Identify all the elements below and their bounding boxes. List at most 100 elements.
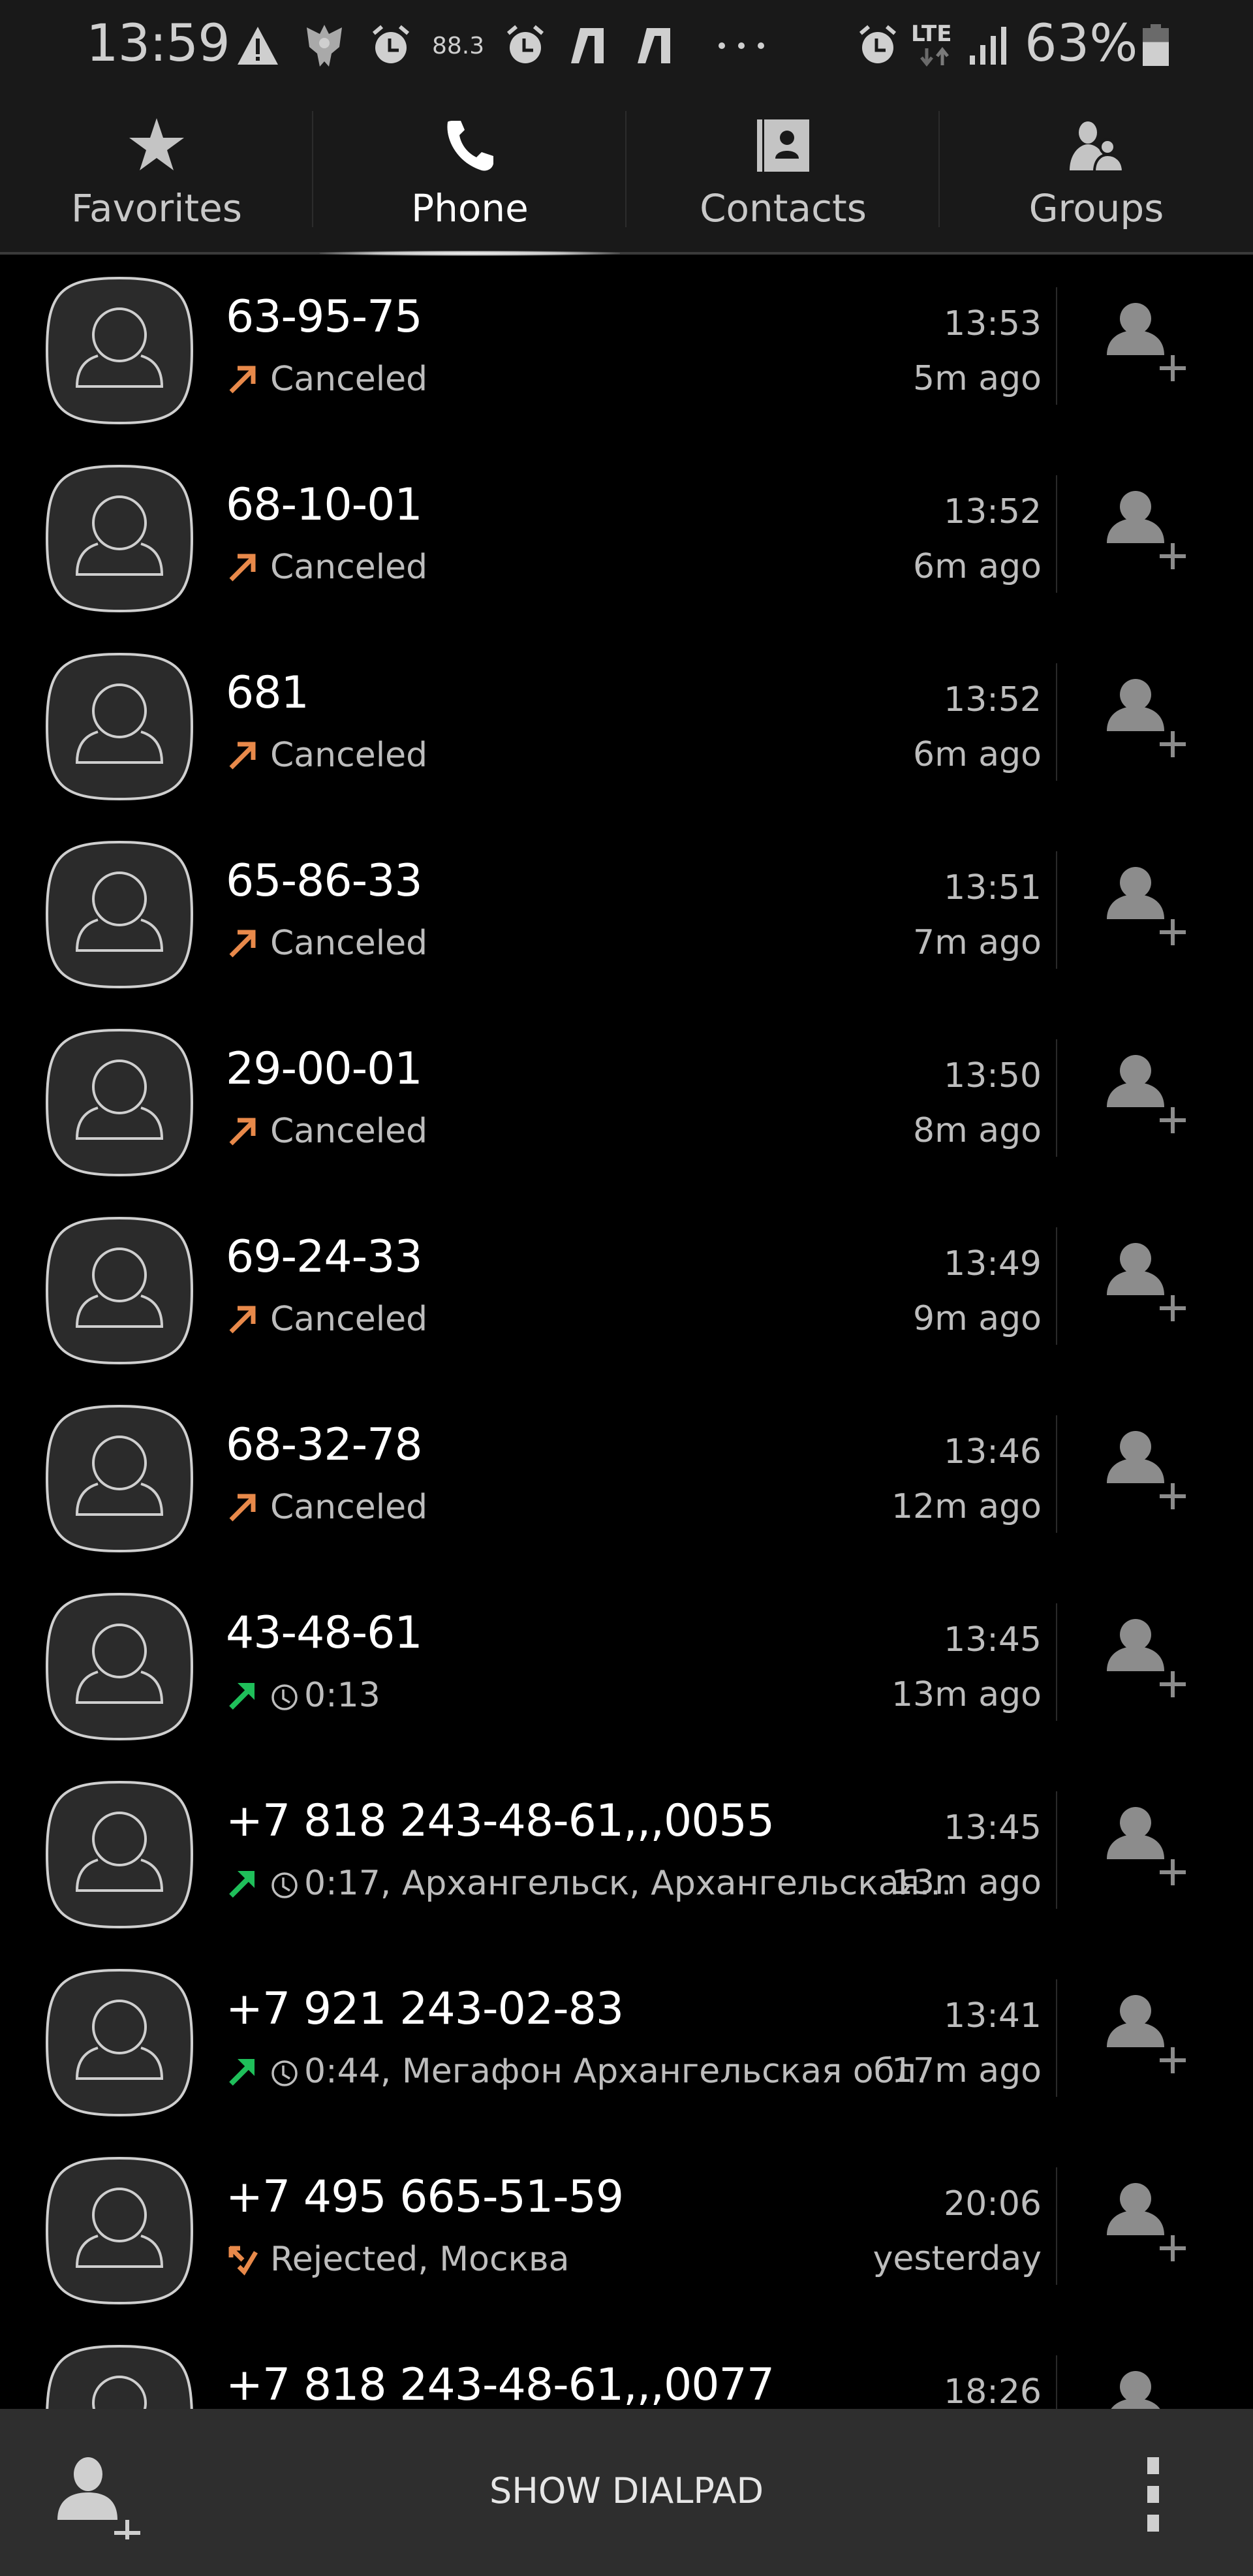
contact-avatar[interactable] — [43, 462, 196, 615]
call-number: 63-95-75 — [226, 291, 423, 343]
outgoing-canceled-icon — [226, 363, 258, 396]
add-to-contacts-button[interactable] — [1103, 1987, 1194, 2079]
call-log-row[interactable]: 65-86-33 Canceled 13:51 7m ago — [0, 819, 1253, 1007]
row-divider — [1056, 1603, 1057, 1721]
contact-avatar[interactable] — [43, 650, 196, 803]
call-time: 13:46 — [944, 1432, 1042, 1471]
call-time: 13:53 — [944, 304, 1042, 343]
contact-avatar[interactable] — [43, 2342, 196, 2409]
star-icon — [128, 114, 185, 173]
add-contact-icon — [1107, 1055, 1186, 1133]
tab-contacts[interactable]: Contacts — [626, 91, 940, 255]
tab-groups[interactable]: Groups — [940, 91, 1253, 255]
add-contact-icon — [1107, 867, 1186, 945]
person-outline-icon — [45, 1028, 194, 1177]
duration-clock-icon — [270, 1681, 299, 1710]
call-log-row[interactable]: +7 818 243-48-61,,,0077 18:26 — [0, 2323, 1253, 2409]
add-to-contacts-button[interactable] — [1103, 671, 1194, 762]
contact-avatar[interactable] — [43, 1778, 196, 1931]
outgoing-call-icon — [226, 1679, 258, 1712]
more-options-button[interactable] — [1143, 2457, 1163, 2536]
call-log-row[interactable]: 29-00-01 Canceled 13:50 8m ago — [0, 1007, 1253, 1195]
contact-avatar[interactable] — [43, 1590, 196, 1743]
call-log-row[interactable]: 69-24-33 Canceled 13:49 9m ago — [0, 1195, 1253, 1383]
contact-avatar[interactable] — [43, 2154, 196, 2307]
call-log-row[interactable]: 63-95-75 Canceled 13:53 5m ago — [0, 255, 1253, 443]
add-to-contacts-button[interactable] — [1103, 1047, 1194, 1139]
show-dialpad-button[interactable]: SHOW DIALPAD — [0, 2470, 1253, 2511]
call-detail-text: Canceled — [270, 1300, 428, 1339]
row-divider — [1056, 2355, 1057, 2409]
call-log-row[interactable]: +7 495 665-51-59 Rejected, Москва 20:06 … — [0, 2135, 1253, 2323]
person-outline-icon — [45, 276, 194, 425]
call-detail-text: Canceled — [270, 736, 428, 775]
lte-icon: LTE — [911, 21, 952, 47]
call-number: +7 818 243-48-61,,,0055 — [226, 1795, 775, 1847]
call-detail: 0:13 — [226, 1674, 380, 1717]
add-to-contacts-button[interactable] — [1103, 2175, 1194, 2267]
person-outline-icon — [46, 2344, 193, 2409]
person-outline-icon — [45, 2156, 194, 2305]
contact-avatar[interactable] — [43, 1402, 196, 1555]
alarm-icon — [368, 21, 414, 71]
duration-clock-icon — [270, 2057, 299, 2086]
battery-icon — [1141, 21, 1171, 71]
person-outline-icon — [45, 1592, 194, 1741]
call-number: +7 921 243-02-83 — [226, 1983, 624, 2035]
call-detail: 0:44, Мегафон Архангельская обл. — [226, 2050, 927, 2093]
call-log-row[interactable]: 681 Canceled 13:52 6m ago — [0, 631, 1253, 819]
more-options-icon — [1147, 2457, 1159, 2532]
outgoing-canceled-icon — [226, 927, 258, 960]
outgoing-canceled-icon — [226, 739, 258, 772]
add-to-contacts-button[interactable] — [1103, 1799, 1194, 1891]
call-log-row[interactable]: +7 818 243-48-61,,,0055 0:17, Архангельс… — [0, 1759, 1253, 1947]
call-log-list[interactable]: 63-95-75 Canceled 13:53 5m ago 68-10-01 — [0, 255, 1253, 2409]
contact-avatar[interactable] — [43, 1026, 196, 1179]
data-activity-icon — [916, 47, 953, 67]
call-time: 13:51 — [944, 868, 1042, 907]
add-to-contacts-button[interactable] — [1103, 1423, 1194, 1515]
contact-avatar[interactable] — [43, 274, 196, 427]
call-detail: Canceled — [226, 546, 427, 589]
add-to-contacts-button[interactable] — [1103, 295, 1194, 386]
contact-avatar[interactable] — [43, 838, 196, 991]
add-to-contacts-button[interactable] — [1103, 483, 1194, 574]
call-detail-text: Canceled — [270, 360, 428, 399]
call-detail: Canceled — [226, 1298, 427, 1341]
coat-of-arms-icon — [302, 21, 347, 71]
row-divider — [1056, 851, 1057, 969]
call-detail-text: Canceled — [270, 1488, 428, 1527]
call-relative-time: 17m ago — [891, 2051, 1042, 2090]
outgoing-canceled-icon — [226, 1303, 258, 1336]
call-number: +7 495 665-51-59 — [226, 2171, 624, 2223]
bottom-action-bar: SHOW DIALPAD — [0, 2409, 1253, 2576]
fm-radio-frequency: 88.3 — [432, 33, 485, 59]
call-detail: Rejected, Москва — [226, 2238, 569, 2281]
signal-icon — [968, 21, 1008, 71]
call-log-row[interactable]: 68-10-01 Canceled 13:52 6m ago — [0, 443, 1253, 631]
tab-phone[interactable]: Phone — [313, 91, 626, 255]
person-outline-icon — [45, 840, 194, 989]
tab-favorites[interactable]: Favorites — [0, 91, 313, 255]
add-to-contacts-button[interactable] — [1103, 859, 1194, 950]
tab-label: Favorites — [71, 186, 242, 230]
outgoing-canceled-icon — [226, 551, 258, 584]
outgoing-call-icon — [226, 2055, 258, 2088]
add-to-contacts-button[interactable] — [1103, 1235, 1194, 1327]
call-relative-time: yesterday — [873, 2239, 1042, 2278]
call-log-row[interactable]: 43-48-61 0:13 13:45 13m ago — [0, 1571, 1253, 1759]
call-number: 68-32-78 — [226, 1419, 423, 1471]
contact-avatar[interactable] — [43, 1966, 196, 2119]
add-to-contacts-button[interactable] — [1103, 2363, 1194, 2409]
person-outline-icon — [45, 1780, 194, 1929]
tab-label: Phone — [411, 186, 529, 230]
call-number: 43-48-61 — [226, 1607, 423, 1659]
contact-avatar[interactable] — [43, 1214, 196, 1367]
call-detail-text: Canceled — [270, 1112, 428, 1151]
call-log-row[interactable]: +7 921 243-02-83 0:44, Мегафон Архангель… — [0, 1947, 1253, 2135]
call-time: 13:41 — [944, 1996, 1042, 2035]
call-log-row[interactable]: 68-32-78 Canceled 13:46 12m ago — [0, 1383, 1253, 1571]
add-to-contacts-button[interactable] — [1103, 1611, 1194, 1703]
warning-icon — [235, 21, 281, 71]
add-contact-icon — [1107, 491, 1186, 569]
